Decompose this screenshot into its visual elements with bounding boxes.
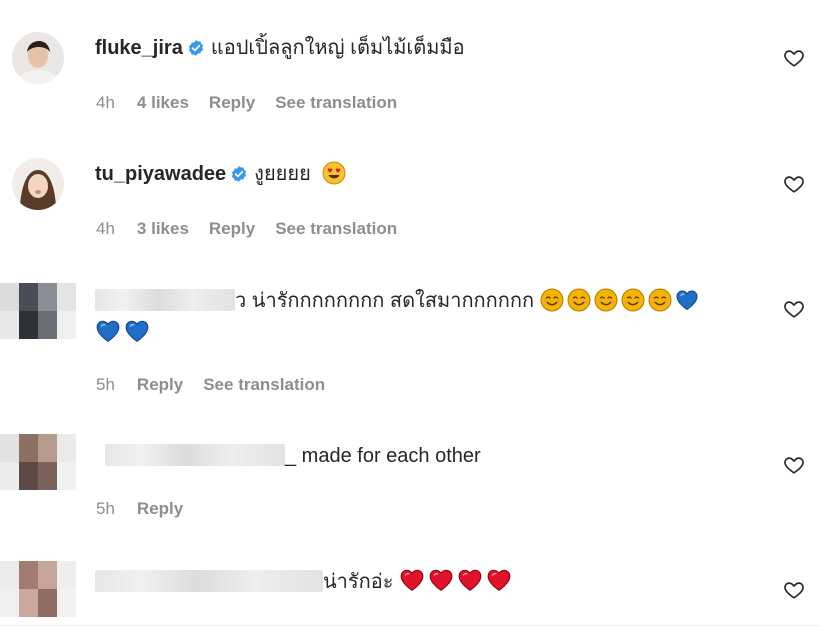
see-translation-link[interactable]: See translation [275, 219, 397, 238]
divider [0, 625, 820, 626]
username[interactable]: tu_piyawadee [95, 163, 226, 185]
smile-emoji-icon [594, 288, 618, 312]
avatar[interactable] [0, 561, 76, 617]
heart-eyes-emoji-icon [322, 161, 346, 185]
red-heart-emoji-icon [457, 567, 483, 593]
reply-button[interactable]: Reply [137, 499, 183, 518]
reply-button[interactable]: Reply [209, 219, 255, 238]
timestamp[interactable]: 4h [96, 93, 115, 112]
verified-badge-icon [187, 39, 205, 57]
see-translation-link[interactable]: See translation [275, 93, 397, 112]
comment-text-row: _ made for each other [95, 443, 481, 469]
comment-meta: 4h 3 likes Reply See translation [96, 219, 417, 239]
blurred-username[interactable] [95, 289, 235, 311]
see-translation-link[interactable]: See translation [203, 375, 325, 394]
avatar[interactable] [12, 158, 64, 210]
comment-meta: 5h Reply [96, 499, 203, 519]
comment-meta: 5h Reply See translation [96, 375, 345, 395]
comment-text-row: tu_piyawadee งูยยยย [95, 161, 349, 187]
red-heart-emoji-icon [486, 567, 512, 593]
comment-text: น่ารักอ่ะ [323, 571, 394, 593]
reply-button[interactable]: Reply [137, 375, 183, 394]
blurred-username[interactable] [105, 444, 285, 466]
comment-text: แอปเปิ้ลลูกใหญ่ เต็มไม้เต็มมือ [210, 37, 465, 59]
red-heart-emoji-icon [399, 567, 425, 593]
verified-badge-icon [230, 165, 248, 183]
username[interactable]: fluke_jira [95, 37, 183, 59]
likes-count[interactable]: 3 likes [137, 219, 189, 238]
smile-emoji-icon [540, 288, 564, 312]
reply-button[interactable]: Reply [209, 93, 255, 112]
likes-count[interactable]: 4 likes [137, 93, 189, 112]
like-heart-icon[interactable] [783, 579, 805, 601]
timestamp[interactable]: 4h [96, 219, 115, 238]
comment-text: งูยยยย [254, 163, 311, 185]
blue-heart-emoji-icon [95, 318, 121, 344]
blue-heart-emoji-icon [124, 318, 150, 344]
comment-text-row: ว น่ารักกกกกกกก สดใสมากกกกกก [95, 288, 702, 314]
smile-emoji-icon [648, 288, 672, 312]
avatar[interactable] [0, 434, 76, 490]
like-heart-icon[interactable] [783, 47, 805, 69]
timestamp[interactable]: 5h [96, 499, 115, 518]
comment-text: _ made for each other [285, 445, 481, 467]
comment-text: ว น่ารักกกกกกกก สดใสมากกกกกก [235, 290, 535, 312]
comment-text-row-continued [95, 318, 153, 346]
smile-emoji-icon [567, 288, 591, 312]
comment-meta: 4h 4 likes Reply See translation [96, 93, 417, 113]
smile-emoji-icon [621, 288, 645, 312]
comment-text-row: น่ารักอ่ะ [95, 567, 515, 595]
like-heart-icon[interactable] [783, 454, 805, 476]
like-heart-icon[interactable] [783, 173, 805, 195]
timestamp[interactable]: 5h [96, 375, 115, 394]
blue-heart-emoji-icon [675, 288, 699, 312]
like-heart-icon[interactable] [783, 298, 805, 320]
blurred-username[interactable] [95, 570, 323, 592]
comment-text-row: fluke_jira แอปเปิ้ลลูกใหญ่ เต็มไม้เต็มมือ [95, 35, 465, 61]
avatar[interactable] [0, 283, 76, 339]
red-heart-emoji-icon [428, 567, 454, 593]
avatar[interactable] [12, 32, 64, 84]
